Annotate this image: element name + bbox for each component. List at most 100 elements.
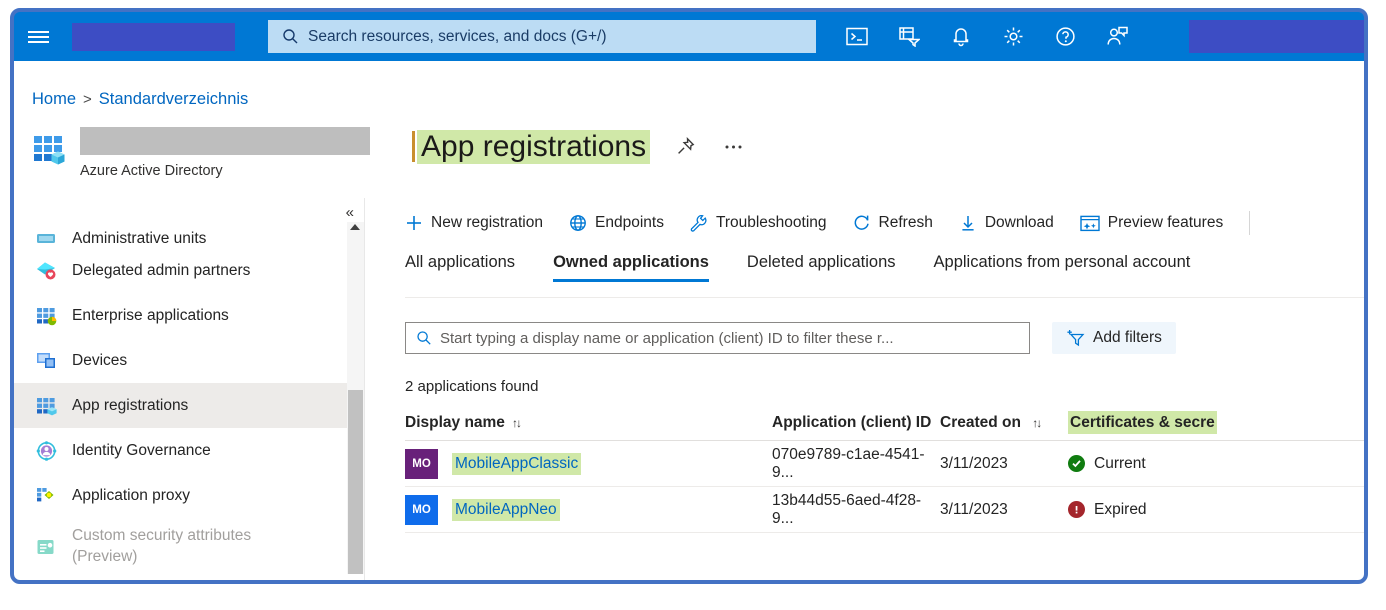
- search-icon: [416, 330, 432, 346]
- sidebar-label-line2: (Preview): [72, 548, 138, 565]
- application-proxy-icon: [36, 486, 58, 506]
- sidebar-label-delegated-admin-partners: Delegated admin partners: [72, 261, 251, 279]
- sort-arrows-icon: ↑↓: [511, 416, 522, 430]
- sidebar-scrollbar-thumb[interactable]: [348, 390, 363, 574]
- column-header-certificates-label: Certificates & secre: [1068, 411, 1217, 434]
- sidebar-item-administrative-units[interactable]: Administrative units: [14, 218, 354, 248]
- page-title: App registrations: [417, 130, 651, 164]
- sort-arrows-icon: ↑↓: [1032, 416, 1042, 430]
- filter-row: Start typing a display name or applicati…: [405, 322, 1176, 354]
- application-link[interactable]: MobileAppClassic: [452, 452, 582, 475]
- cell-created-on: 3/11/2023: [940, 500, 1008, 518]
- identity-governance-icon: [36, 440, 58, 461]
- refresh-label: Refresh: [878, 214, 933, 231]
- preview-features-label: Preview features: [1107, 214, 1224, 231]
- troubleshooting-label: Troubleshooting: [715, 214, 827, 231]
- column-header-certificates: Certificates & secre: [1068, 411, 1328, 434]
- column-header-client-id: Application (client) ID: [772, 414, 940, 432]
- table-row[interactable]: MO MobileAppClassic 070e9789-c1ae-4541-9…: [405, 441, 1364, 487]
- endpoints-button[interactable]: Endpoints: [569, 214, 664, 232]
- breadcrumb-item-standardverzeichnis[interactable]: Standardverzeichnis: [99, 90, 249, 109]
- command-bar-divider: [1249, 211, 1251, 235]
- cell-certificate-status: Current: [1068, 455, 1328, 473]
- directories-subscriptions-icon[interactable]: [894, 22, 924, 52]
- add-filters-button[interactable]: Add filters: [1052, 322, 1176, 354]
- custom-security-attributes-icon: [36, 537, 58, 557]
- sidebar-item-app-registrations[interactable]: App registrations: [14, 383, 354, 428]
- sidebar-item-identity-governance[interactable]: Identity Governance: [14, 428, 354, 473]
- ellipsis-icon[interactable]: [720, 134, 746, 160]
- avatar: MO: [405, 494, 438, 525]
- page-header: Azure Active Directory: [32, 127, 370, 179]
- table-row[interactable]: MO MobileAppNeo 13b44d55-6aed-4f28-9... …: [405, 487, 1364, 533]
- refresh-button[interactable]: Refresh: [853, 214, 933, 232]
- download-button[interactable]: Download: [959, 214, 1054, 232]
- sidebar-label-identity-governance: Identity Governance: [72, 441, 211, 459]
- plus-icon: [405, 214, 423, 232]
- preview-features-icon: [1080, 215, 1100, 232]
- globe-icon: [569, 214, 587, 232]
- table-header-row: Display name ↑↓ Application (client) ID …: [405, 406, 1364, 441]
- app-registrations-pane: New registration Endpoints Troubleshooti…: [365, 198, 1364, 580]
- tenant-block: Azure Active Directory: [80, 127, 370, 179]
- cell-display-name: MO MobileAppClassic: [405, 448, 772, 479]
- breadcrumb-separator: >: [83, 91, 92, 108]
- status-error-icon: [1068, 501, 1085, 518]
- results-count: 2 applications found: [405, 378, 539, 395]
- tabs-divider: [405, 297, 1364, 298]
- sidebar-item-delegated-admin-partners[interactable]: Delegated admin partners: [14, 248, 354, 293]
- sidebar-nav-list: Administrative units Delegated admin par…: [14, 218, 354, 576]
- sidebar-item-enterprise-applications[interactable]: Enterprise applications: [14, 293, 354, 338]
- azure-active-directory-icon: [32, 133, 66, 167]
- tab-deleted-applications[interactable]: Deleted applications: [747, 253, 896, 282]
- endpoints-label: Endpoints: [595, 214, 664, 231]
- global-search-input[interactable]: Search resources, services, and docs (G+…: [268, 20, 816, 53]
- tab-all-applications[interactable]: All applications: [405, 253, 515, 282]
- column-header-created-on-label: Created on: [940, 414, 1021, 431]
- sidebar-label-app-registrations: App registrations: [72, 396, 189, 414]
- tab-owned-applications[interactable]: Owned applications: [553, 253, 709, 282]
- preview-features-button[interactable]: Preview features: [1080, 214, 1223, 232]
- pivot-tabs: All applications Owned applications Dele…: [405, 253, 1228, 282]
- filter-search-input[interactable]: Start typing a display name or applicati…: [405, 322, 1030, 354]
- wrench-icon: [690, 214, 708, 232]
- new-registration-button[interactable]: New registration: [405, 214, 543, 232]
- hamburger-menu-icon[interactable]: [14, 12, 62, 61]
- application-link[interactable]: MobileAppNeo: [452, 498, 560, 521]
- applications-table: Display name ↑↓ Application (client) ID …: [405, 406, 1364, 533]
- breadcrumb: Home > Standardverzeichnis: [32, 90, 248, 109]
- cell-display-name: MO MobileAppNeo: [405, 494, 772, 525]
- sidebar-scrollbar[interactable]: [347, 222, 364, 574]
- page-title-row: App registrations: [412, 130, 746, 164]
- page-subtitle: Azure Active Directory: [80, 163, 223, 179]
- delegated-admin-partners-icon: [36, 261, 58, 281]
- cell-created-on: 3/11/2023: [940, 454, 1008, 472]
- scroll-up-arrow-icon[interactable]: [350, 224, 360, 230]
- sidebar-item-devices[interactable]: Devices: [14, 338, 354, 383]
- sidebar-label-line1: Custom security attributes: [72, 527, 252, 545]
- troubleshooting-button[interactable]: Troubleshooting: [690, 214, 827, 232]
- cell-client-id: 13b44d55-6aed-4f28-9...: [772, 491, 922, 527]
- sidebar-item-custom-security-attributes: Custom security attributes (Preview): [14, 518, 354, 576]
- avatar: MO: [405, 448, 438, 479]
- status-badge: Current: [1094, 454, 1146, 472]
- sidebar-item-application-proxy[interactable]: Application proxy: [14, 473, 354, 518]
- status-badge: Expired: [1094, 500, 1147, 518]
- sidebar-label-enterprise-applications: Enterprise applications: [72, 306, 229, 324]
- column-header-created-on[interactable]: Created on ↑↓: [940, 414, 1068, 432]
- settings-gear-icon[interactable]: [998, 22, 1028, 52]
- help-question-icon[interactable]: [1050, 22, 1080, 52]
- search-icon: [282, 28, 299, 45]
- notifications-bell-icon[interactable]: [946, 22, 976, 52]
- cell-certificate-status: Expired: [1068, 501, 1328, 519]
- breadcrumb-item-home[interactable]: Home: [32, 90, 76, 109]
- cloud-shell-icon[interactable]: [842, 22, 872, 52]
- status-ok-icon: [1068, 455, 1085, 472]
- new-registration-label: New registration: [431, 214, 543, 231]
- column-header-display-name[interactable]: Display name ↑↓: [405, 414, 772, 432]
- feedback-person-icon[interactable]: [1102, 22, 1132, 52]
- azure-portal: Search resources, services, and docs (G+…: [14, 12, 1364, 580]
- pin-icon[interactable]: [672, 134, 698, 160]
- command-bar: New registration Endpoints Troubleshooti…: [365, 198, 1270, 248]
- tab-applications-from-personal-account[interactable]: Applications from personal account: [934, 253, 1191, 282]
